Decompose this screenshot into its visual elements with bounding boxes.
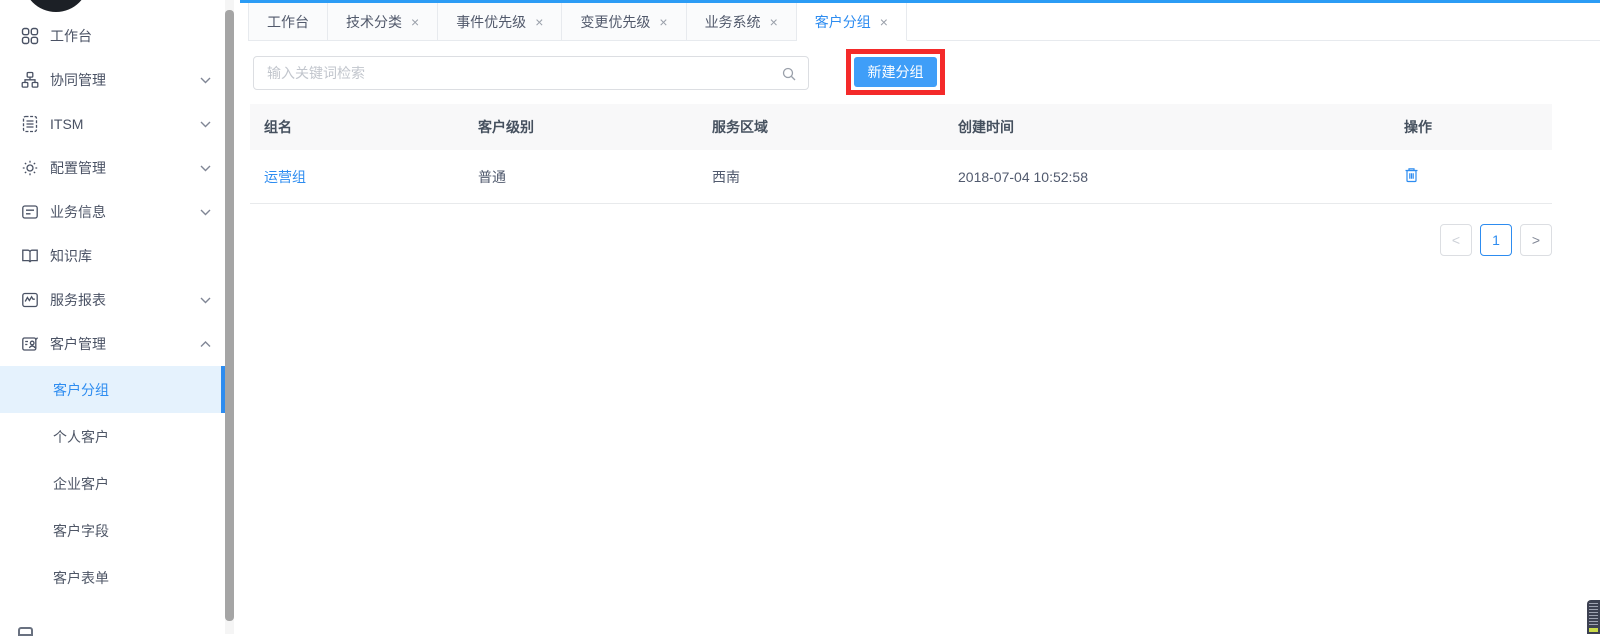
close-icon[interactable]: × (659, 15, 667, 29)
cell-customer-level: 普通 (478, 168, 506, 185)
chevron-down-icon (200, 121, 211, 128)
chevron-up-icon (200, 340, 211, 348)
sidebar: 工作台 协同管理 ITSM 配置管理 业务信息 知识库 服务报表 客户管理 客户… (0, 0, 234, 636)
sidebar-subitem-label: 客户分组 (53, 381, 109, 398)
sidebar-item-label: 服务报表 (50, 292, 106, 308)
sidebar-item-configuration[interactable]: 配置管理 (0, 146, 225, 190)
tab-incident-priority[interactable]: 事件优先级 × (438, 3, 563, 41)
column-header-created-at: 创建时间 (958, 119, 1014, 135)
tab-label: 变更优先级 (580, 13, 651, 30)
search-box (253, 56, 809, 90)
sidebar-subitem-customer-forms[interactable]: 客户表单 (0, 554, 225, 601)
group-name-link[interactable]: 运营组 (264, 169, 306, 185)
tab-label: 客户分组 (814, 13, 871, 30)
sidebar-subitem-label: 客户表单 (53, 569, 109, 586)
sidebar-item-label: 客户管理 (50, 336, 106, 352)
tab-customer-groups[interactable]: 客户分组 × (796, 3, 907, 41)
sidebar-subitem-enterprise-customers[interactable]: 企业客户 (0, 460, 225, 507)
sidebar-item-label: 知识库 (50, 248, 92, 264)
cell-service-region: 西南 (712, 168, 740, 185)
sidebar-menu: 工作台 协同管理 ITSM 配置管理 业务信息 知识库 服务报表 客户管理 客户… (0, 14, 225, 601)
column-header-customer-level: 客户级别 (478, 119, 534, 135)
sidebar-subitem-label: 客户字段 (53, 522, 109, 539)
sidebar-item-service-reports[interactable]: 服务报表 (0, 278, 225, 322)
tab-label: 事件优先级 (456, 13, 527, 30)
annotation-highlight-box: 新建分组 (846, 49, 945, 95)
note-icon (21, 203, 39, 221)
user-avatar[interactable] (23, 0, 89, 12)
close-icon[interactable]: × (411, 15, 419, 29)
page-scrollbar-thumb[interactable] (1587, 600, 1600, 634)
tab-business-system[interactable]: 业务系统 × (686, 3, 797, 41)
sidebar-item-customer-management[interactable]: 客户管理 (0, 322, 225, 366)
scrollbar-grip-stripes (1589, 603, 1598, 627)
loading-progress-bar (240, 0, 1600, 3)
tab-workbench[interactable]: 工作台 (248, 3, 328, 41)
search-input[interactable] (254, 57, 808, 89)
search-icon[interactable] (781, 66, 797, 82)
sidebar-item-label: 协同管理 (50, 72, 106, 88)
tab-label: 工作台 (267, 13, 309, 30)
sidebar-subitem-customer-groups[interactable]: 客户分组 (0, 366, 225, 413)
column-header-actions: 操作 (1404, 119, 1432, 135)
pagination: < 1 > (1440, 224, 1552, 256)
pagination-next-button[interactable]: > (1520, 224, 1552, 256)
tab-label: 业务系统 (704, 13, 761, 30)
sidebar-scrollbar-thumb[interactable] (225, 10, 234, 621)
book-icon (21, 247, 39, 265)
new-group-button[interactable]: 新建分组 (854, 57, 937, 87)
close-icon[interactable]: × (880, 15, 888, 29)
sidebar-item-label: 业务信息 (50, 204, 106, 220)
column-header-group-name: 组名 (264, 119, 292, 135)
tab-bar-filler (906, 3, 1600, 41)
chevron-down-icon (200, 77, 211, 84)
sidebar-item-itsm[interactable]: ITSM (0, 102, 225, 146)
sidebar-item-label: ITSM (50, 116, 84, 132)
tab-label: 技术分类 (346, 13, 402, 30)
tab-tech-category[interactable]: 技术分类 × (328, 3, 439, 41)
column-header-service-region: 服务区域 (712, 119, 768, 135)
sidebar-subitem-label: 个人客户 (53, 428, 109, 445)
cell-created-at: 2018-07-04 10:52:58 (958, 168, 1088, 185)
sidebar-scrollbar[interactable] (225, 0, 234, 634)
table-header-row: 组名 客户级别 服务区域 创建时间 操作 (250, 104, 1552, 150)
doc-icon (21, 115, 39, 133)
main-content: 工作台 技术分类 × 事件优先级 × 变更优先级 × 业务系统 × 客户分组 × (234, 0, 1600, 634)
delete-button[interactable] (1404, 167, 1419, 183)
sidebar-item-label: 工作台 (50, 28, 92, 44)
sidebar-item-label: 配置管理 (50, 160, 106, 176)
sidebar-item-knowledge-base[interactable]: 知识库 (0, 234, 225, 278)
contact-icon (21, 335, 39, 353)
scrollbar-highlight (1589, 628, 1598, 632)
sidebar-subitem-customer-fields[interactable]: 客户字段 (0, 507, 225, 554)
tab-bar: 工作台 技术分类 × 事件优先级 × 变更优先级 × 业务系统 × 客户分组 × (248, 3, 1600, 41)
sidebar-item-business-info[interactable]: 业务信息 (0, 190, 225, 234)
customer-groups-table: 组名 客户级别 服务区域 创建时间 操作 运营组 普通 西南 2018-07-0… (250, 104, 1552, 204)
org-icon (21, 71, 39, 89)
clipped-menu-icon (18, 627, 33, 636)
sidebar-item-collaboration[interactable]: 协同管理 (0, 58, 225, 102)
pagination-prev-button[interactable]: < (1440, 224, 1472, 256)
chevron-down-icon (200, 297, 211, 304)
pagination-page-1-button[interactable]: 1 (1480, 224, 1512, 256)
chevron-down-icon (200, 165, 211, 172)
tab-change-priority[interactable]: 变更优先级 × (562, 3, 687, 41)
trash-icon (1404, 167, 1419, 183)
grid-icon (21, 27, 39, 45)
sidebar-subitem-label: 企业客户 (53, 475, 109, 492)
chart-icon (21, 291, 39, 309)
close-icon[interactable]: × (535, 15, 543, 29)
close-icon[interactable]: × (770, 15, 778, 29)
sidebar-subitem-individual-customers[interactable]: 个人客户 (0, 413, 225, 460)
table-row: 运营组 普通 西南 2018-07-04 10:52:58 (250, 150, 1552, 204)
sidebar-item-workbench[interactable]: 工作台 (0, 14, 225, 58)
gear-icon (21, 159, 39, 177)
chevron-down-icon (200, 209, 211, 216)
